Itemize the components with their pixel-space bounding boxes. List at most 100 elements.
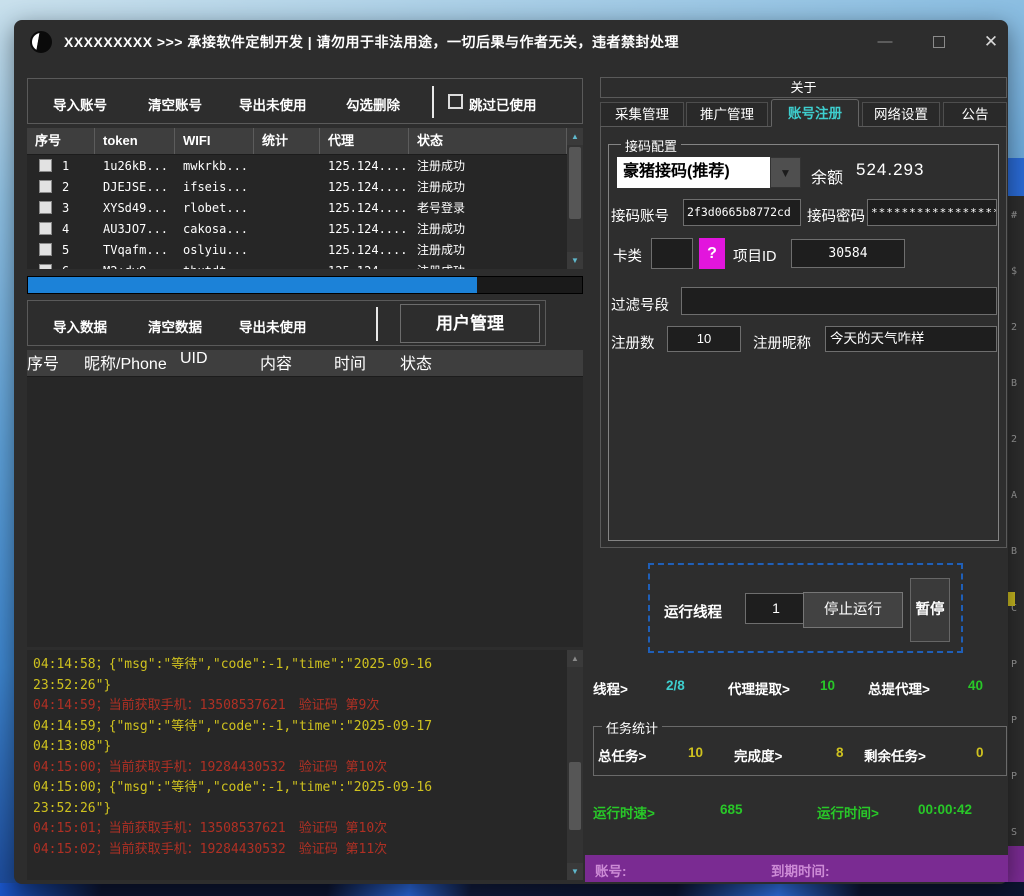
col-uid[interactable]: UID (180, 350, 260, 376)
row-status: 注册成功 (409, 157, 567, 174)
proxy-get-label: 代理提取> (728, 678, 790, 698)
clear-accounts-button[interactable]: 清空账号 (148, 94, 202, 114)
total-tasks-value: 10 (688, 745, 703, 760)
threads-input[interactable]: 1 (745, 593, 807, 624)
clear-data-button[interactable]: 清空数据 (148, 316, 202, 336)
row-token: TVqafm... (95, 243, 175, 257)
import-accounts-button[interactable]: 导入账号 (53, 94, 107, 114)
edge-glyph: A (1011, 490, 1024, 501)
col-time[interactable]: 时间 (334, 350, 400, 376)
log-panel[interactable]: 04:14:58；{"msg":"等待","code":-1,"time":"2… (27, 650, 583, 880)
sms-provider-select[interactable]: 豪猪接码(推荐) (617, 157, 770, 188)
scroll-down-icon[interactable]: ▼ (567, 863, 583, 880)
col-seq[interactable]: 序号 (27, 350, 84, 376)
tab-collection-mgmt[interactable]: 采集管理 (600, 102, 684, 127)
background-window-purple (1008, 846, 1024, 882)
progress-bar (27, 276, 583, 294)
col-token[interactable]: token (95, 128, 175, 154)
thread-stat-value: 2/8 (666, 678, 685, 693)
card-type-input[interactable] (651, 238, 693, 269)
close-button[interactable]: ✕ (976, 30, 1006, 54)
users-table-body (27, 377, 583, 647)
edge-glyph: $ (1011, 266, 1024, 277)
account-row[interactable]: 6 M2+dv9... thutdt... 125.124.... 注册成功 (27, 260, 583, 269)
row-wifi: ifseis... (175, 180, 254, 194)
col-content[interactable]: 内容 (260, 350, 334, 376)
log-line: 04:14:58；{"msg":"等待","code":-1,"time":"2… (33, 655, 563, 676)
sms-account-input[interactable]: 2f3d0665b8772cd (683, 199, 801, 226)
row-checkbox[interactable] (39, 264, 52, 270)
user-management-button[interactable]: 用户管理 (400, 304, 540, 343)
import-data-button[interactable]: 导入数据 (53, 316, 107, 336)
tab-network-settings[interactable]: 网络设置 (862, 102, 940, 127)
pause-button[interactable]: 暂停 (910, 578, 950, 642)
account-row[interactable]: 4 AU3JO7... cakosa... 125.124.... 注册成功 (27, 218, 583, 239)
nickname-label: 注册昵称 (753, 332, 811, 353)
col-status[interactable]: 状态 (400, 350, 500, 376)
col-seq[interactable]: 序号 (27, 128, 95, 154)
total-tasks-label: 总任务> (598, 745, 646, 765)
task-stats-label: 任务统计 (602, 718, 662, 737)
export-unused-accounts-button[interactable]: 导出未使用 (239, 94, 307, 114)
filter-input[interactable] (681, 287, 997, 315)
scroll-down-icon[interactable]: ▼ (567, 252, 583, 269)
delete-checked-button[interactable]: 勾选删除 (346, 94, 400, 114)
row-proxy: 125.124.... (320, 222, 409, 236)
edge-glyph: P (1011, 715, 1024, 726)
col-status[interactable]: 状态 (409, 128, 567, 154)
help-button[interactable]: ? (699, 238, 725, 269)
app-logo-icon (30, 31, 52, 53)
filter-label: 过滤号段 (611, 294, 669, 315)
scroll-thumb[interactable] (569, 147, 581, 219)
tab-promotion-mgmt[interactable]: 推广管理 (686, 102, 768, 127)
export-unused-data-button[interactable]: 导出未使用 (239, 316, 307, 336)
skip-used-checkbox[interactable] (448, 94, 463, 109)
row-wifi: thutdt... (175, 264, 254, 270)
log-scrollbar[interactable]: ▲ ▼ (567, 650, 583, 880)
sms-account-label: 接码账号 (611, 205, 669, 226)
account-row[interactable]: 5 TVqafm... oslyiu... 125.124.... 注册成功 (27, 239, 583, 260)
title-bar[interactable]: XXXXXXXXX >>> 承接软件定制开发 | 请勿用于非法用途，一切后果与作… (14, 20, 1008, 64)
card-type-label: 卡类 (613, 245, 642, 266)
reg-count-input[interactable]: 10 (667, 326, 741, 352)
col-proxy[interactable]: 代理 (320, 128, 409, 154)
tab-account-register[interactable]: 账号注册 (771, 99, 859, 127)
account-row[interactable]: 3 XYSd49... rlobet... 125.124.... 老号登录 (27, 197, 583, 218)
proxy-total-value: 40 (968, 678, 983, 693)
row-status: 老号登录 (409, 199, 567, 216)
stop-run-button[interactable]: 停止运行 (803, 592, 903, 628)
row-wifi: oslyiu... (175, 243, 254, 257)
maximize-icon (933, 36, 945, 48)
row-checkbox[interactable] (39, 243, 52, 256)
run-speed-label: 运行时速> (593, 802, 655, 822)
account-row[interactable]: 1 1u26kB... mwkrkb... 125.124.... 注册成功 (27, 155, 583, 176)
minimize-button[interactable]: — (870, 30, 900, 54)
about-button[interactable]: 关于 (600, 77, 1007, 98)
progress-fill (28, 277, 477, 293)
row-checkbox[interactable] (39, 180, 52, 193)
row-checkbox[interactable] (39, 159, 52, 172)
accounts-scrollbar[interactable]: ▲ ▼ (567, 128, 583, 269)
tab-announcement[interactable]: 公告 (943, 102, 1007, 127)
project-id-input[interactable]: 30584 (791, 239, 905, 268)
log-line: 04:15:00；当前获取手机：19284430532 验证码 第10次 (33, 758, 563, 779)
scroll-thumb[interactable] (569, 762, 581, 830)
scroll-up-icon[interactable]: ▲ (567, 650, 583, 667)
row-checkbox[interactable] (39, 201, 52, 214)
scroll-up-icon[interactable]: ▲ (567, 128, 583, 145)
row-wifi: cakosa... (175, 222, 254, 236)
row-checkbox[interactable] (39, 222, 52, 235)
sms-password-input[interactable]: ***************** (867, 199, 997, 226)
account-row[interactable]: 2 DJEJSE... ifseis... 125.124.... 注册成功 (27, 176, 583, 197)
license-expire-label: 到期时间: (771, 860, 830, 880)
col-wifi[interactable]: WIFI (175, 128, 254, 154)
col-extra (500, 350, 583, 376)
maximize-button[interactable] (924, 30, 954, 54)
row-seq: 2 (62, 180, 69, 194)
edge-glyph: # (1011, 210, 1024, 221)
col-nickname-phone[interactable]: 昵称/Phone (84, 350, 180, 376)
col-stat[interactable]: 统计 (254, 128, 320, 154)
nickname-input[interactable]: 今天的天气咋样 (825, 326, 997, 352)
chevron-down-icon[interactable]: ▼ (770, 157, 801, 188)
edge-glyph: 2 (1011, 322, 1024, 333)
